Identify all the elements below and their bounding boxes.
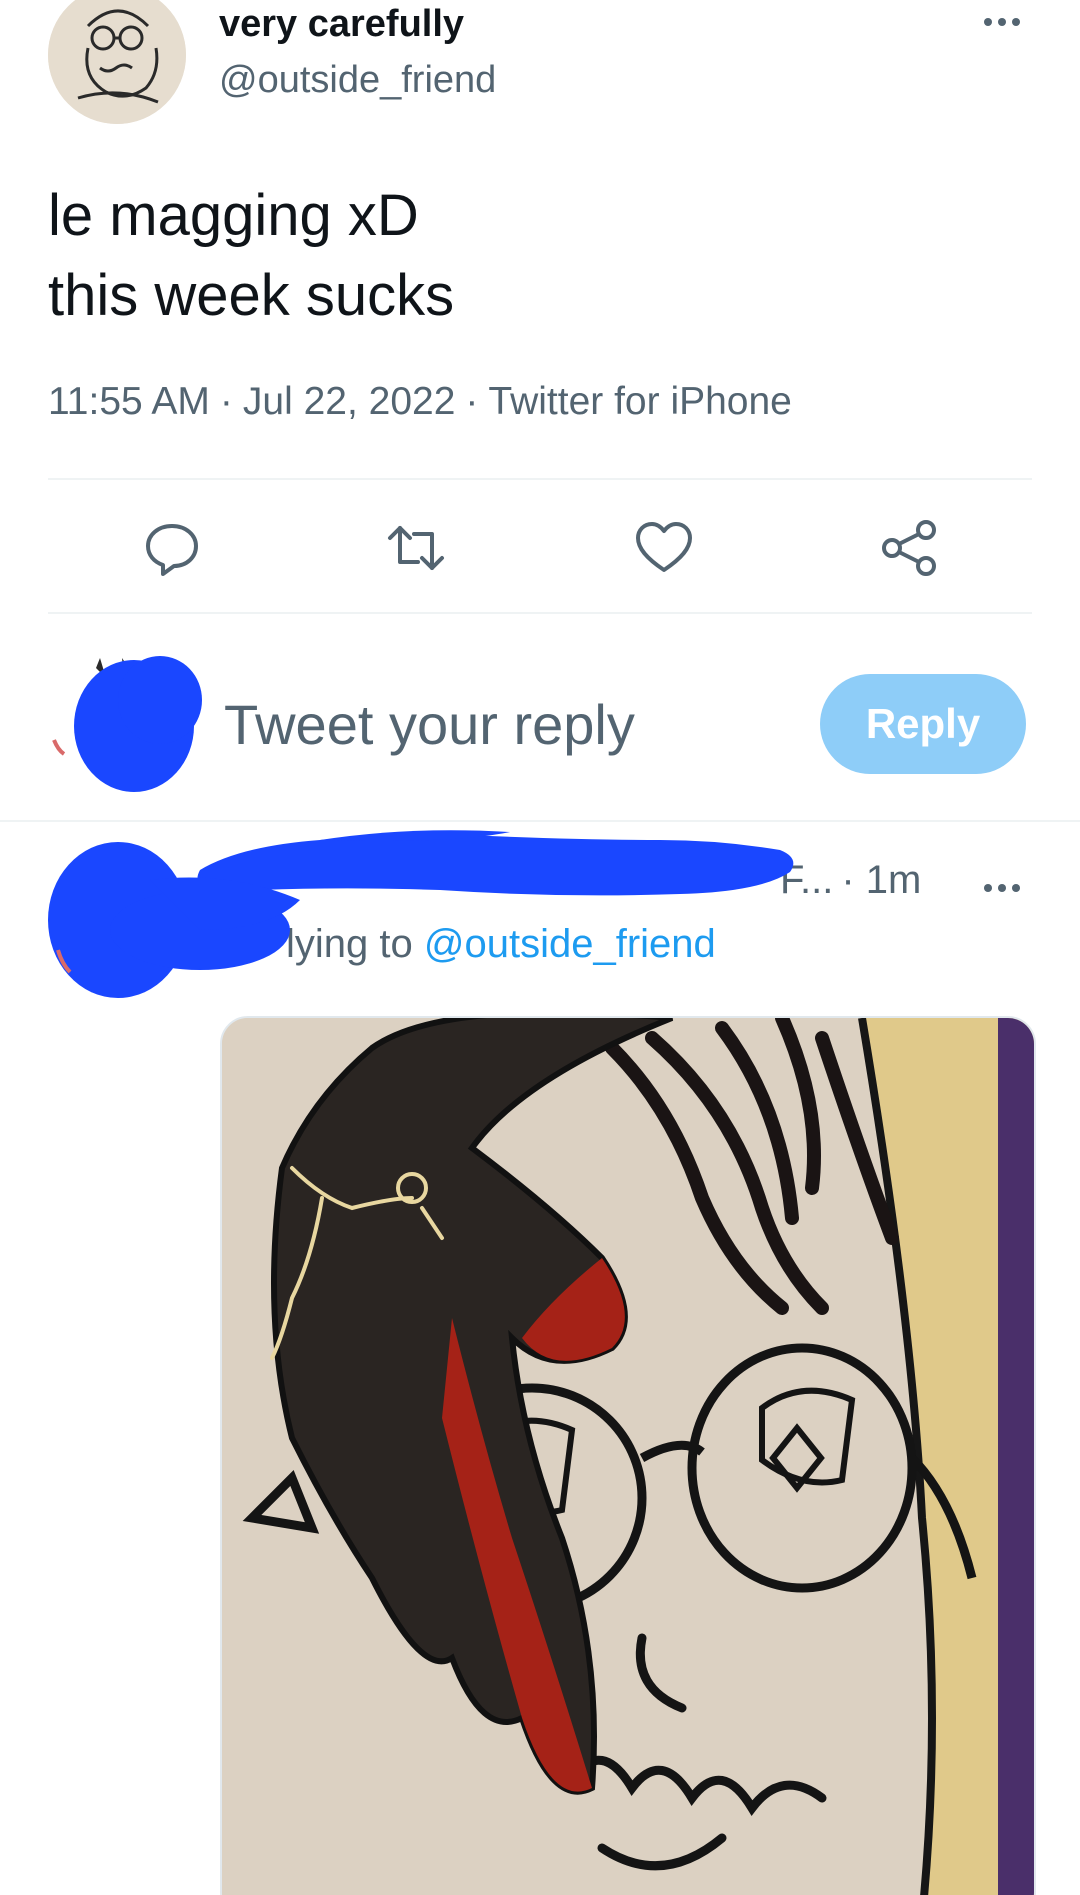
author-avatar[interactable] xyxy=(48,0,186,124)
reply-icon[interactable] xyxy=(140,516,204,580)
more-options-icon[interactable] xyxy=(984,10,1028,34)
reply-author-redaction-scribble xyxy=(48,830,794,998)
tweet-source[interactable]: Twitter for iPhone xyxy=(488,380,791,423)
tweet-time[interactable]: 11:55 AM xyxy=(48,380,210,423)
tweet-media-image[interactable] xyxy=(220,1016,1036,1895)
tweet-text-line-2: this week sucks xyxy=(48,263,455,328)
like-icon[interactable] xyxy=(632,516,696,580)
reply-input[interactable]: Tweet your reply xyxy=(224,690,635,760)
divider xyxy=(48,612,1032,614)
replying-to-handle[interactable]: @outside_friend xyxy=(424,922,716,966)
reply-more-options-icon[interactable] xyxy=(984,876,1028,900)
reply-header-meta: F... · 1m xyxy=(780,858,921,903)
tweet-text: le magging xD this week sucks xyxy=(48,176,454,336)
meta-separator: · xyxy=(219,380,233,423)
tweet-text-line-1: le magging xD xyxy=(48,183,419,248)
my-avatar-redacted[interactable] xyxy=(52,640,212,800)
divider xyxy=(48,478,1032,480)
meta-separator: · xyxy=(465,380,479,423)
tweet-date[interactable]: Jul 22, 2022 xyxy=(243,380,456,423)
reply-timestamp[interactable]: · 1m xyxy=(841,858,921,902)
reply-button[interactable]: Reply xyxy=(820,674,1026,774)
replying-to-line: lying to @outside_friend xyxy=(286,922,716,967)
share-icon[interactable] xyxy=(878,516,942,580)
author-handle[interactable]: @outside_friend xyxy=(219,58,496,102)
redaction-scribble xyxy=(52,656,202,792)
reply-author-name-truncated[interactable]: F... xyxy=(780,858,833,902)
tweet-detail-screen: very carefully @outside_friend le maggin… xyxy=(0,0,1080,1895)
author-display-name[interactable]: very carefully xyxy=(219,2,464,46)
tweet-meta: 11:55 AM · Jul 22, 2022 · Twitter for iPhone xyxy=(48,380,792,424)
author-avatar-drawing xyxy=(48,0,186,124)
divider xyxy=(0,820,1080,822)
drawing-illustration xyxy=(222,1018,1034,1895)
retweet-icon[interactable] xyxy=(384,516,448,580)
replying-prefix: lying to xyxy=(286,922,413,966)
